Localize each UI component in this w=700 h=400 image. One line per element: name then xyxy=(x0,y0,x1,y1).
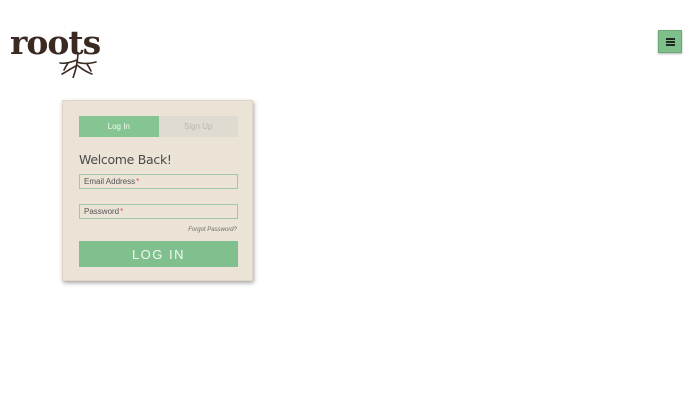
log-in-button[interactable]: LOG IN xyxy=(79,241,238,267)
login-card: Log In Sign Up Welcome Back! Email Addre… xyxy=(62,100,253,281)
welcome-heading: Welcome Back! xyxy=(79,152,172,167)
menu-button[interactable] xyxy=(658,30,682,53)
password-label: Password xyxy=(84,207,120,216)
roots-logo[interactable]: roots xyxy=(10,26,102,78)
tab-sign-up[interactable]: Sign Up xyxy=(158,116,238,137)
password-field[interactable]: Password * xyxy=(79,204,238,219)
roots-icon xyxy=(59,52,97,78)
hamburger-icon xyxy=(665,37,675,46)
tab-log-in[interactable]: Log In xyxy=(79,116,159,137)
forgot-password-link[interactable]: Forgot Password? xyxy=(188,227,237,233)
email-field[interactable]: Email Address * xyxy=(79,174,238,189)
auth-tabs: Log In Sign Up xyxy=(79,116,238,137)
password-required-marker: * xyxy=(120,207,124,216)
email-label: Email Address xyxy=(84,177,136,186)
email-required-marker: * xyxy=(136,177,140,186)
